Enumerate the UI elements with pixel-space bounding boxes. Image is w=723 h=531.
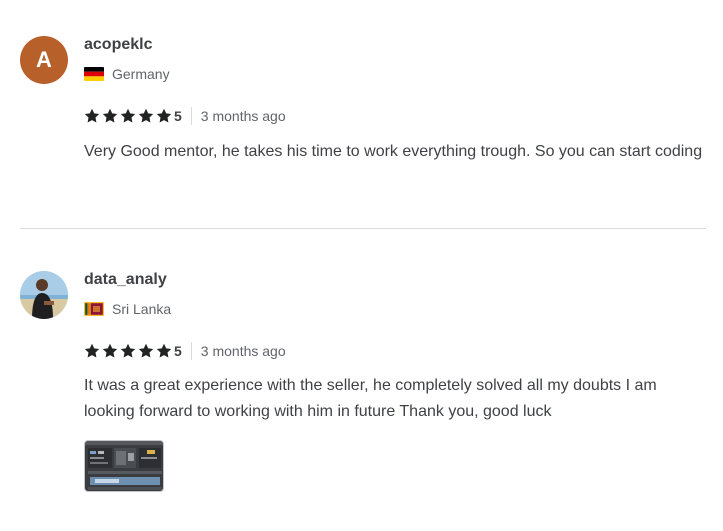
review-text: It was a great experience with the selle… [84,377,657,420]
reviewer-username[interactable]: acopeklc [84,36,152,54]
germany-flag-icon [84,67,104,81]
reviewer-country: Germany [84,66,170,82]
star-icon [138,108,154,124]
screenshot-thumbnail-image [85,441,163,491]
rating-value: 5 [174,343,182,359]
country-name: Germany [112,66,170,82]
divider [190,107,192,125]
star-rating [84,108,174,124]
star-icon [102,108,118,124]
star-icon [120,343,136,359]
reviewer-username[interactable]: data_analy [84,271,167,289]
avatar-letter: A [36,47,52,72]
star-rating [84,343,174,359]
review-text: Very Good mentor, he takes his time to w… [84,143,703,160]
sri-lanka-flag-icon [84,302,104,316]
attachment-thumbnail[interactable] [84,440,164,492]
review-item: A acopeklc Germany 5 3 months ago Very G… [20,0,706,229]
avatar[interactable] [20,271,68,319]
reviewer-country: Sri Lanka [84,301,171,317]
star-icon [84,343,100,359]
star-icon [156,108,172,124]
rating-row: 5 3 months ago [84,341,286,361]
rating-row: 5 3 months ago [84,106,286,126]
review-time: 3 months ago [200,108,286,124]
review-time: 3 months ago [200,343,286,359]
star-icon [84,108,100,124]
rating-value: 5 [174,108,182,124]
star-icon [156,343,172,359]
avatar-photo [20,271,68,319]
star-icon [138,343,154,359]
country-name: Sri Lanka [112,301,172,317]
star-icon [120,108,136,124]
star-icon [102,343,118,359]
review-item: data_analy Sri Lanka 5 3 months ago It w… [20,229,706,531]
avatar[interactable]: A [20,36,68,84]
divider [190,342,192,360]
